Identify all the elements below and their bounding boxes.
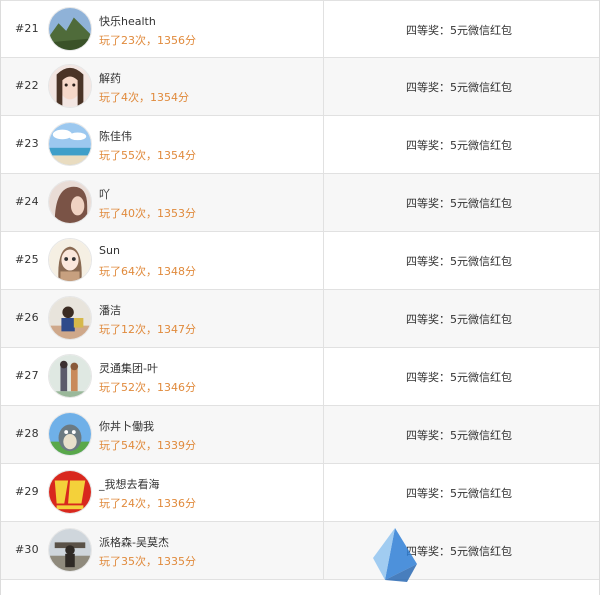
rank-label: #28 bbox=[15, 427, 39, 440]
avatar[interactable] bbox=[48, 64, 92, 108]
prize-label: 四等奖：5元微信红包 bbox=[406, 371, 512, 384]
prize-label: 四等奖：5元微信红包 bbox=[406, 487, 512, 500]
player-name: 快乐health bbox=[99, 15, 156, 28]
prize-cell: 四等奖：5元微信红包 bbox=[324, 58, 599, 115]
avatar[interactable] bbox=[48, 470, 92, 514]
player-cell: #22 解药 玩了4次，1354分 bbox=[1, 58, 324, 115]
prize-label: 四等奖：5元微信红包 bbox=[406, 429, 512, 442]
leaderboard-table: #21 快乐health 玩了23次，1356分 四等奖：5元微信红包 #22 bbox=[0, 0, 600, 595]
player-name: 解药 bbox=[99, 72, 121, 85]
rank-label: #24 bbox=[15, 195, 39, 208]
play-stats: 玩了40次，1353分 bbox=[99, 207, 196, 220]
rank-label: #22 bbox=[15, 79, 39, 92]
player-cell: #28 你丼卜働我 玩了54次，1339分 bbox=[1, 406, 324, 463]
table-row[interactable]: #26 潘洁 玩了12次，1347分 四等奖：5元微信红包 bbox=[1, 290, 599, 348]
avatar-image bbox=[49, 471, 91, 513]
player-cell: #26 潘洁 玩了12次，1347分 bbox=[1, 290, 324, 347]
player-cell: #27 灵通集团-叶 玩了52次，1346分 bbox=[1, 348, 324, 405]
avatar-image bbox=[49, 529, 91, 571]
avatar-image bbox=[49, 8, 91, 50]
play-stats: 玩了64次，1348分 bbox=[99, 265, 196, 278]
player-cell: #30 派格森-吴莫杰 玩了35次，1335分 bbox=[1, 522, 324, 579]
player-name: Sun bbox=[99, 244, 120, 257]
prize-cell: 四等奖：5元微信红包 bbox=[324, 174, 599, 231]
player-cell: #23 陈佳伟 玩了55次，1354分 bbox=[1, 116, 324, 173]
prize-label: 四等奖：5元微信红包 bbox=[406, 545, 512, 558]
avatar-image bbox=[49, 239, 91, 281]
rank-label: #26 bbox=[15, 311, 39, 324]
prize-cell: 四等奖：5元微信红包 bbox=[324, 522, 599, 579]
avatar-image bbox=[49, 181, 91, 223]
avatar[interactable] bbox=[48, 7, 92, 51]
avatar[interactable] bbox=[48, 296, 92, 340]
prize-cell: 四等奖：5元微信红包 bbox=[324, 232, 599, 289]
table-row[interactable]: #30 派格森-吴莫杰 玩了35次，1335分 四等奖：5元微信红包 bbox=[1, 522, 599, 580]
player-name: 你丼卜働我 bbox=[99, 420, 154, 433]
avatar[interactable] bbox=[48, 180, 92, 224]
table-row[interactable]: #25 Sun 玩了64次，1348分 四等奖：5元微信红包 bbox=[1, 232, 599, 290]
prize-label: 四等奖：5元微信红包 bbox=[406, 197, 512, 210]
avatar-image bbox=[49, 65, 91, 107]
play-stats: 玩了55次，1354分 bbox=[99, 149, 196, 162]
prize-label: 四等奖：5元微信红包 bbox=[406, 255, 512, 268]
play-stats: 玩了54次，1339分 bbox=[99, 439, 196, 452]
player-cell: #24 吖 玩了40次，1353分 bbox=[1, 174, 324, 231]
play-stats: 玩了52次，1346分 bbox=[99, 381, 196, 394]
player-name: 陈佳伟 bbox=[99, 130, 132, 143]
player-name: 潘洁 bbox=[99, 304, 121, 317]
rank-label: #29 bbox=[15, 485, 39, 498]
avatar-image bbox=[49, 413, 91, 455]
player-cell: #25 Sun 玩了64次，1348分 bbox=[1, 232, 324, 289]
player-cell: #21 快乐health 玩了23次，1356分 bbox=[1, 1, 324, 57]
player-name: _我想去看海 bbox=[99, 478, 160, 491]
avatar-image bbox=[49, 123, 91, 165]
prize-cell: 四等奖：5元微信红包 bbox=[324, 1, 599, 57]
rank-label: #23 bbox=[15, 137, 39, 150]
avatar[interactable] bbox=[48, 238, 92, 282]
play-stats: 玩了12次，1347分 bbox=[99, 323, 196, 336]
play-stats: 玩了35次，1335分 bbox=[99, 555, 196, 568]
rank-label: #30 bbox=[15, 543, 39, 556]
table-row[interactable]: #22 解药 玩了4次，1354分 四等奖：5元微信红包 bbox=[1, 58, 599, 116]
table-row[interactable]: #23 陈佳伟 玩了55次，1354分 四等奖：5元微信红包 bbox=[1, 116, 599, 174]
play-stats: 玩了24次，1336分 bbox=[99, 497, 196, 510]
player-name: 灵通集团-叶 bbox=[99, 362, 158, 375]
avatar[interactable] bbox=[48, 122, 92, 166]
prize-cell: 四等奖：5元微信红包 bbox=[324, 348, 599, 405]
play-stats: 玩了4次，1354分 bbox=[99, 91, 189, 104]
avatar[interactable] bbox=[48, 528, 92, 572]
play-stats: 玩了23次，1356分 bbox=[99, 34, 196, 47]
rank-label: #27 bbox=[15, 369, 39, 382]
rank-label: #21 bbox=[15, 22, 39, 35]
table-row[interactable]: #29 _我想去看海 玩了24次，1336分 四等奖：5元微信红包 bbox=[1, 464, 599, 522]
prize-cell: 四等奖：5元微信红包 bbox=[324, 290, 599, 347]
prize-label: 四等奖：5元微信红包 bbox=[406, 81, 512, 94]
prize-cell: 四等奖：5元微信红包 bbox=[324, 406, 599, 463]
avatar[interactable] bbox=[48, 412, 92, 456]
prize-cell: 四等奖：5元微信红包 bbox=[324, 116, 599, 173]
prize-cell: 四等奖：5元微信红包 bbox=[324, 464, 599, 521]
prize-label: 四等奖：5元微信红包 bbox=[406, 313, 512, 326]
table-row[interactable]: #24 吖 玩了40次，1353分 四等奖：5元微信红包 bbox=[1, 174, 599, 232]
prize-label: 四等奖：5元微信红包 bbox=[406, 139, 512, 152]
avatar-image bbox=[49, 355, 91, 397]
table-row[interactable]: #27 灵通集团-叶 玩了52次，1346分 四等奖：5元微信红包 bbox=[1, 348, 599, 406]
player-name: 吖 bbox=[99, 188, 110, 201]
rank-label: #25 bbox=[15, 253, 39, 266]
prize-label: 四等奖：5元微信红包 bbox=[406, 24, 512, 37]
avatar-image bbox=[49, 297, 91, 339]
table-row[interactable]: #21 快乐health 玩了23次，1356分 四等奖：5元微信红包 bbox=[1, 0, 599, 58]
avatar[interactable] bbox=[48, 354, 92, 398]
player-name: 派格森-吴莫杰 bbox=[99, 536, 169, 549]
player-cell: #29 _我想去看海 玩了24次，1336分 bbox=[1, 464, 324, 521]
table-row[interactable]: #28 你丼卜働我 玩了54次，1339分 四等奖：5元微信红包 bbox=[1, 406, 599, 464]
